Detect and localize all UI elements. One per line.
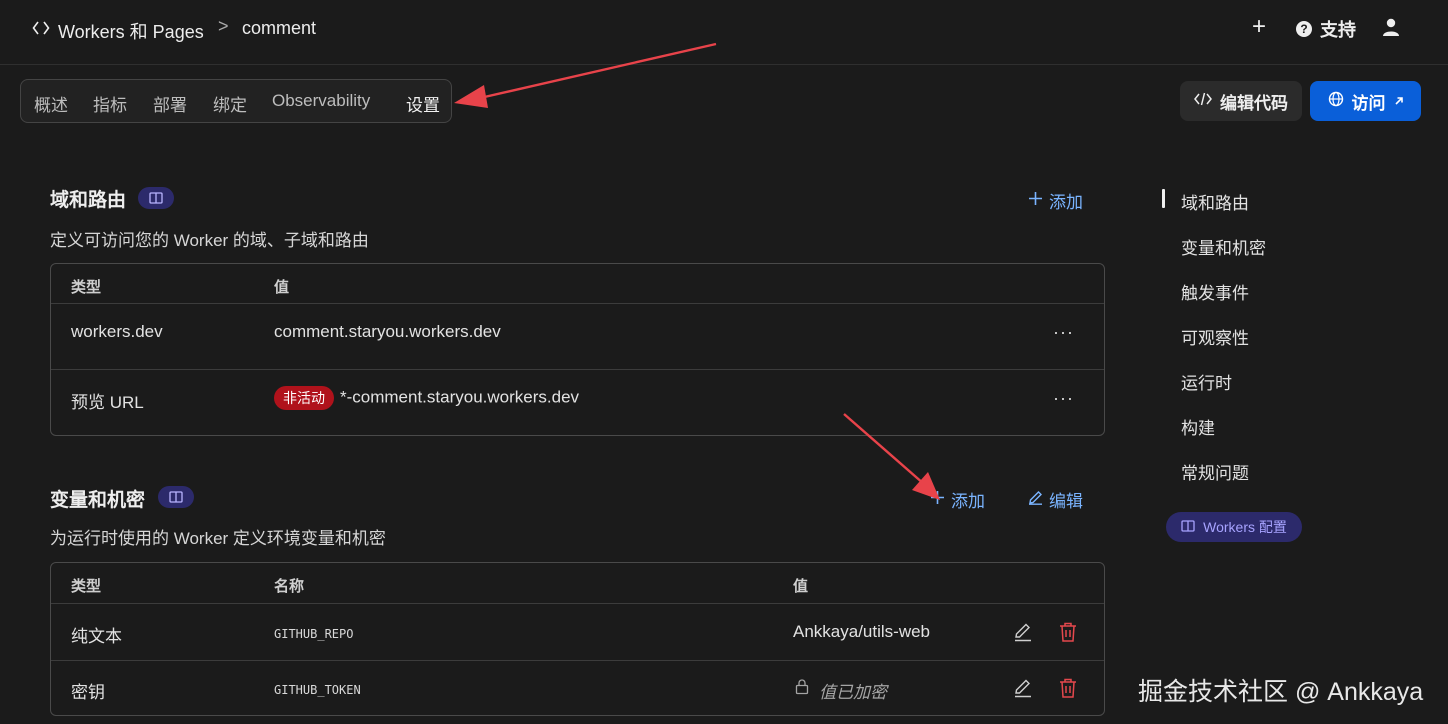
tab-overview[interactable]: 概述: [34, 91, 68, 116]
tab-metrics[interactable]: 指标: [93, 91, 127, 116]
side-nav-item-triggers[interactable]: 触发事件: [1181, 279, 1249, 304]
domains-add-button[interactable]: 添加: [1028, 188, 1083, 213]
variable-row-1-type: 纯文本: [71, 627, 122, 646]
watermark: 掘金技术社区 @ Ankkaya: [1138, 678, 1424, 706]
row-divider: [51, 660, 1104, 661]
side-nav-item-general[interactable]: 常规问题: [1181, 459, 1249, 484]
tab-settings[interactable]: 设置: [406, 91, 440, 116]
variable-row-2-value: 值已加密: [819, 683, 887, 702]
breadcrumb-current: comment: [242, 18, 317, 38]
workers-code-icon: [32, 19, 50, 42]
variables-edit-label: 编辑: [1049, 492, 1083, 511]
row-divider: [51, 303, 1104, 304]
visit-label: 访问: [1351, 93, 1386, 113]
variable-row-1-delete-icon[interactable]: [1058, 621, 1078, 648]
variables-title: 变量和机密: [50, 490, 146, 511]
variables-column-name: 名称: [274, 578, 305, 595]
variables-column-type: 类型: [71, 578, 102, 595]
variables-docs-icon[interactable]: [158, 486, 194, 508]
domains-column-type: 类型: [71, 279, 102, 296]
domain-row-2-type: 预览 URL: [71, 393, 144, 412]
side-nav-item-build[interactable]: 构建: [1181, 414, 1215, 439]
visit-button[interactable]: 访问: [1310, 81, 1421, 121]
user-icon[interactable]: [1381, 17, 1401, 42]
workers-config-label: Workers 配置: [1203, 519, 1287, 535]
domains-column-value: 值: [274, 279, 290, 296]
globe-icon: [1328, 91, 1344, 112]
variable-row-1-value: Ankkaya/utils-web: [793, 622, 931, 641]
domain-row-1-type: workers.dev: [71, 322, 163, 341]
inactive-badge: 非活动: [274, 386, 334, 410]
annotation-arrow-settings: [454, 42, 717, 108]
tab-bindings[interactable]: 绑定: [213, 91, 247, 116]
variable-row-2-name: GITHUB_TOKEN: [274, 683, 361, 697]
side-nav-item-runtime[interactable]: 运行时: [1181, 369, 1232, 394]
book-icon: [1181, 519, 1195, 535]
add-button[interactable]: +: [1252, 13, 1266, 41]
domain-row-2-value-cell: 非活动 *-comment.staryou.workers.dev: [274, 386, 579, 410]
side-nav-item-observability[interactable]: 可观察性: [1181, 324, 1249, 349]
support-label: 支持: [1320, 20, 1356, 40]
variables-edit-button[interactable]: 编辑: [1028, 487, 1083, 512]
domain-row-2-value: *-comment.staryou.workers.dev: [340, 387, 580, 407]
pencil-icon: [1028, 490, 1043, 510]
variable-row-2-type: 密钥: [71, 683, 105, 702]
domains-docs-icon[interactable]: [138, 187, 174, 209]
domain-row-2-more-button[interactable]: ···: [1053, 388, 1074, 409]
external-arrow-icon: [1394, 91, 1404, 111]
workers-config-docs-button[interactable]: Workers 配置: [1166, 512, 1302, 542]
tab-deployments[interactable]: 部署: [153, 91, 187, 116]
variable-row-2-delete-icon[interactable]: [1058, 677, 1078, 704]
variables-table: 类型 名称 值 纯文本 GITHUB_REPO Ankkaya/utils-we…: [50, 562, 1105, 716]
edit-code-button[interactable]: 编辑代码: [1180, 81, 1302, 121]
row-divider: [51, 603, 1104, 604]
variable-row-1-edit-icon[interactable]: [1013, 622, 1033, 647]
side-nav-active-indicator: [1162, 189, 1165, 208]
help-icon: ?: [1296, 21, 1312, 37]
tab-bar: 概述 指标 部署 绑定 Observability 设置: [20, 79, 452, 123]
support-button[interactable]: ? 支持: [1296, 16, 1356, 42]
variables-column-value: 值: [793, 578, 809, 595]
code-icon: [1194, 91, 1212, 111]
row-divider: [51, 369, 1104, 370]
side-nav-item-variables[interactable]: 变量和机密: [1181, 234, 1266, 259]
variables-description: 为运行时使用的 Worker 定义环境变量和机密: [50, 529, 386, 548]
lock-icon: [795, 678, 809, 700]
breadcrumb-separator: >: [218, 16, 229, 36]
edit-code-label: 编辑代码: [1220, 93, 1288, 113]
variable-row-1-name: GITHUB_REPO: [274, 627, 354, 641]
tab-observability[interactable]: Observability: [272, 91, 370, 111]
domains-title: 域和路由: [50, 190, 127, 211]
domains-add-label: 添加: [1049, 193, 1083, 212]
breadcrumb-section[interactable]: Workers 和 Pages: [58, 18, 204, 44]
plus-icon: [1028, 191, 1043, 211]
variable-row-2-edit-icon[interactable]: [1013, 678, 1033, 703]
domain-row-1-value: comment.staryou.workers.dev: [274, 322, 501, 341]
side-nav-item-domains[interactable]: 域和路由: [1181, 189, 1249, 214]
variables-add-label: 添加: [951, 492, 985, 511]
annotation-arrow-add: [843, 413, 940, 500]
domain-row-1-more-button[interactable]: ···: [1053, 322, 1074, 343]
domains-description: 定义可访问您的 Worker 的域、子域和路由: [50, 231, 369, 250]
